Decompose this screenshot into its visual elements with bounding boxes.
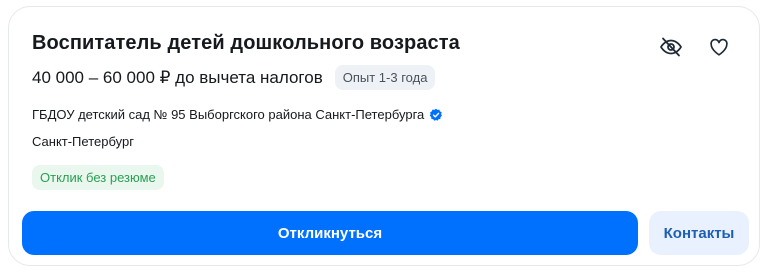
company-name[interactable]: ГБДОУ детский сад № 95 Выборгского район… xyxy=(32,107,424,122)
salary-text: 40 000 – 60 000 ₽ до вычета налогов xyxy=(32,67,323,87)
vacancy-card[interactable]: Воспитатель детей дошкольного возраста 4… xyxy=(8,6,760,266)
vacancy-title[interactable]: Воспитатель детей дошкольного возраста xyxy=(32,32,460,55)
vacancy-city: Санкт-Петербург xyxy=(32,134,134,149)
favorite-button[interactable] xyxy=(705,33,733,61)
card-icons xyxy=(657,33,733,61)
verified-check-icon xyxy=(430,108,443,121)
respond-button[interactable]: Откликнуться xyxy=(22,211,638,255)
eye-off-icon xyxy=(660,37,682,57)
hide-vacancy-button[interactable] xyxy=(657,33,685,61)
no-resume-badge: Отклик без резюме xyxy=(32,165,164,190)
salary-row: 40 000 – 60 000 ₽ до вычета налогов Опыт… xyxy=(32,65,436,90)
heart-icon xyxy=(710,38,728,56)
experience-badge: Опыт 1-3 года xyxy=(334,65,436,90)
contacts-button[interactable]: Контакты xyxy=(649,211,749,255)
company-row: ГБДОУ детский сад № 95 Выборгского район… xyxy=(32,107,443,122)
